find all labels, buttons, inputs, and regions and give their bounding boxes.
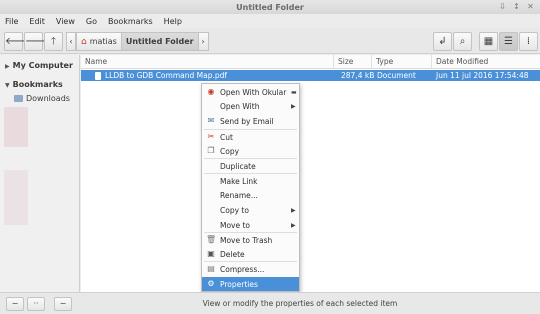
breadcrumb-home[interactable]: ⌂ matias	[76, 32, 122, 51]
sidebar-section-bookmarks[interactable]: ▼ Bookmarks	[5, 80, 63, 89]
breadcrumb: ‹ ⌂ matias Untitled Folder ›	[66, 32, 209, 51]
gear-icon: ⚙	[207, 279, 215, 288]
menu-compress[interactable]: ▤ Compress...	[202, 262, 299, 276]
close-icon[interactable]: ✕	[525, 1, 536, 12]
menu-open-with[interactable]: Open With ▶	[202, 99, 299, 113]
file-size-cell: 287,4 kB	[341, 71, 375, 80]
file-list: Name Size Type Date Modified LLDB to GDB…	[81, 55, 540, 292]
submenu-arrow-icon: ▶	[291, 206, 296, 214]
menu-open-with-okular[interactable]: ◉ Open With Okular ▬	[202, 85, 299, 99]
up-button[interactable]: 🡑	[44, 32, 63, 51]
menu-cut[interactable]: ✂ Cut	[202, 130, 299, 144]
okular-icon: ◉	[207, 87, 215, 96]
menu-bookmarks[interactable]: Bookmarks	[108, 17, 153, 26]
home-icon: ⌂	[81, 36, 87, 47]
menu-send-by-email[interactable]: ✉ Send by Email	[202, 114, 299, 128]
menu-edit[interactable]: Edit	[29, 17, 45, 26]
icon-view-button[interactable]: ▦	[479, 32, 498, 51]
delete-icon: ▣	[207, 249, 215, 258]
menu-file[interactable]: File	[5, 17, 18, 26]
submenu-arrow-icon: ▶	[291, 221, 296, 229]
menu-go[interactable]: Go	[86, 17, 97, 26]
breadcrumb-scroll-left[interactable]: ‹	[66, 32, 76, 51]
toggle-location-button[interactable]: ↲	[433, 32, 452, 51]
compact-view-button[interactable]: ⁞	[519, 32, 538, 51]
blurred-region	[4, 107, 28, 147]
file-date-cell: Jun 11 jul 2016 17:54:48 -03	[436, 71, 529, 91]
up-arrow-icon: 🡑	[50, 36, 57, 47]
breadcrumb-label: matias	[89, 37, 117, 46]
menu-copy-to[interactable]: Copy to ▶	[202, 203, 299, 217]
copy-icon: ❐	[207, 146, 215, 155]
sidebar-section-my-computer[interactable]: ▶ My Computer	[5, 61, 73, 70]
back-button[interactable]: 🡐	[4, 32, 32, 51]
sidebar-item-downloads[interactable]: Downloads	[14, 94, 70, 103]
minimize-icon[interactable]: ⇩	[497, 1, 508, 12]
forward-button[interactable]: 🡒	[24, 32, 52, 51]
menu-properties[interactable]: ⚙ Properties	[202, 277, 299, 291]
menu-duplicate[interactable]: Duplicate	[202, 159, 299, 173]
list-view-button[interactable]: ☰	[499, 32, 518, 51]
trash-icon: 🗑	[206, 235, 217, 244]
menu-delete[interactable]: ▣ Delete	[202, 247, 299, 261]
table-row[interactable]: LLDB to GDB Command Map.pdf 287,4 kB Doc…	[81, 70, 540, 91]
menu-bar: File Edit View Go Bookmarks Help	[0, 14, 540, 28]
breadcrumb-scroll-right[interactable]: ›	[198, 32, 209, 51]
search-icon: ⌕	[459, 36, 466, 47]
blurred-region	[4, 170, 28, 225]
sidebar: ▶ My Computer ▼ Bookmarks Downloads	[0, 55, 80, 292]
status-text: View or modify the properties of each se…	[202, 299, 398, 308]
window-title: Untitled Folder	[236, 2, 304, 12]
list-icon: ☰	[504, 36, 513, 47]
pdf-file-icon	[95, 72, 101, 80]
grid-icon: ▦	[483, 36, 494, 47]
menu-move-to[interactable]: Move to ▶	[202, 218, 299, 232]
menu-move-to-trash[interactable]: 🗑 Move to Trash	[202, 233, 299, 247]
column-type[interactable]: Type	[371, 55, 431, 69]
breadcrumb-label: Untitled Folder	[125, 37, 194, 46]
menu-help[interactable]: Help	[164, 17, 182, 26]
menu-copy[interactable]: ❐ Copy	[202, 144, 299, 158]
scissors-icon: ✂	[207, 132, 215, 141]
title-bar: Untitled Folder ⇩ ↕ ✕	[0, 0, 540, 14]
menu-rename[interactable]: Rename...	[202, 188, 299, 202]
toolbar: 🡐 🡒 🡑 ‹ ⌂ matias Untitled Folder › ↲ ⌕ ▦…	[0, 28, 540, 54]
maximize-icon[interactable]: ↕	[511, 1, 522, 12]
status-bar: − ·· − View or modify the properties of …	[0, 292, 540, 314]
compact-icon: ⁞	[526, 36, 531, 47]
breadcrumb-current[interactable]: Untitled Folder	[121, 32, 199, 51]
menu-make-link[interactable]: Make Link	[202, 174, 299, 188]
column-name[interactable]: Name	[81, 55, 333, 69]
expand-icon: ▶	[5, 63, 10, 70]
collapse-icon: ▼	[5, 82, 10, 89]
file-name-cell: LLDB to GDB Command Map.pdf	[95, 70, 227, 81]
search-button[interactable]: ⌕	[453, 32, 472, 51]
window-controls: ⇩ ↕ ✕	[497, 1, 536, 12]
context-menu: ◉ Open With Okular ▬ Open With ▶ ✉ Send …	[201, 83, 300, 292]
archive-icon: ▤	[207, 264, 215, 273]
menu-view[interactable]: View	[56, 17, 75, 26]
submenu-arrow-icon: ▶	[291, 102, 296, 110]
column-date-modified[interactable]: Date Modified	[431, 55, 540, 69]
column-size[interactable]: Size	[333, 55, 371, 69]
column-header: Name Size Type Date Modified	[81, 55, 540, 69]
folder-icon	[14, 95, 23, 102]
minus-icon: ▬	[291, 88, 297, 96]
email-icon: ✉	[207, 116, 215, 125]
file-type-cell: Document	[377, 71, 416, 80]
location-icon: ↲	[438, 36, 447, 47]
